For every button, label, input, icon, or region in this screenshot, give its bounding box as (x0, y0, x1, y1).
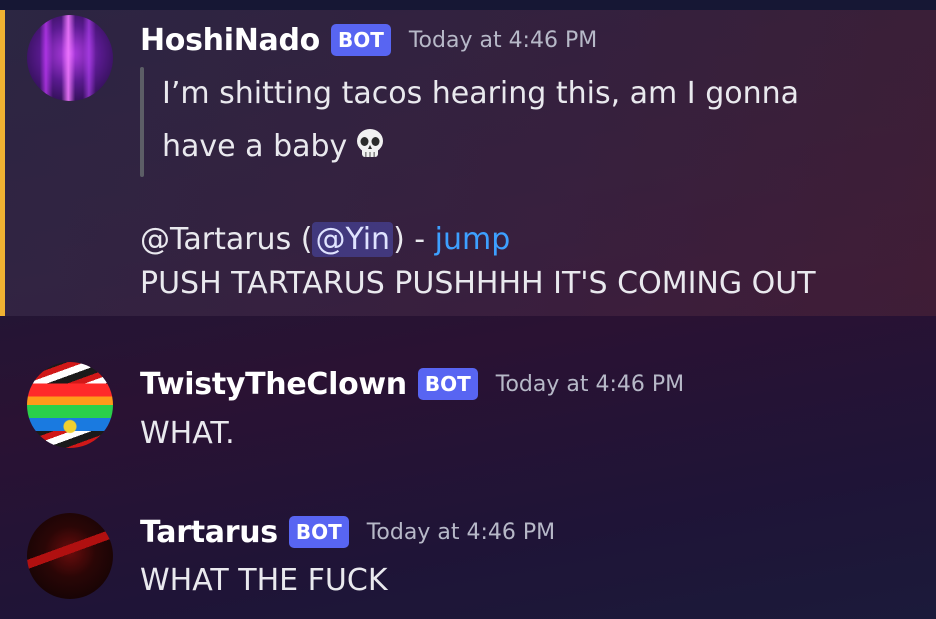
avatar[interactable] (27, 362, 113, 448)
top-strip (0, 0, 936, 10)
bot-badge: BOT (288, 516, 349, 548)
timestamp[interactable]: Today at 4:46 PM (367, 520, 555, 545)
avatar[interactable] (27, 15, 113, 101)
mention-highlight-bar (0, 10, 5, 316)
reply-prefix: @Tartarus ( (140, 222, 313, 257)
block-quote: I’m shitting tacos hearing this, am I go… (140, 67, 900, 179)
quote-text-container: I’m shitting tacos hearing this, am I go… (162, 67, 882, 173)
skull-emoji-icon (353, 125, 387, 159)
reply-reference-line: @Tartarus (@Yin) - jump (140, 222, 510, 257)
message-header: TwistyTheClown BOT Today at 4:46 PM (140, 362, 684, 406)
username[interactable]: HoshiNado (140, 23, 320, 58)
message-content: WHAT THE FUCK (140, 563, 388, 598)
quote-bar (140, 67, 144, 177)
timestamp[interactable]: Today at 4:46 PM (409, 28, 597, 53)
message-content: WHAT. (140, 416, 235, 451)
message-header: HoshiNado BOT Today at 4:46 PM (140, 18, 597, 62)
username[interactable]: TwistyTheClown (140, 367, 407, 402)
user-mention[interactable]: @Yin (312, 222, 394, 257)
quote-text: I’m shitting tacos hearing this, am I go… (162, 76, 800, 164)
avatar[interactable] (27, 513, 113, 599)
bot-badge: BOT (417, 368, 478, 400)
message-header: Tartarus BOT Today at 4:46 PM (140, 510, 555, 554)
jump-link[interactable]: jump (435, 222, 511, 257)
bot-badge: BOT (330, 24, 391, 56)
reply-separator: ) - (393, 222, 435, 257)
message-content: PUSH TARTARUS PUSHHHH IT'S COMING OUT (140, 266, 816, 301)
timestamp[interactable]: Today at 4:46 PM (496, 372, 684, 397)
username[interactable]: Tartarus (140, 515, 278, 550)
